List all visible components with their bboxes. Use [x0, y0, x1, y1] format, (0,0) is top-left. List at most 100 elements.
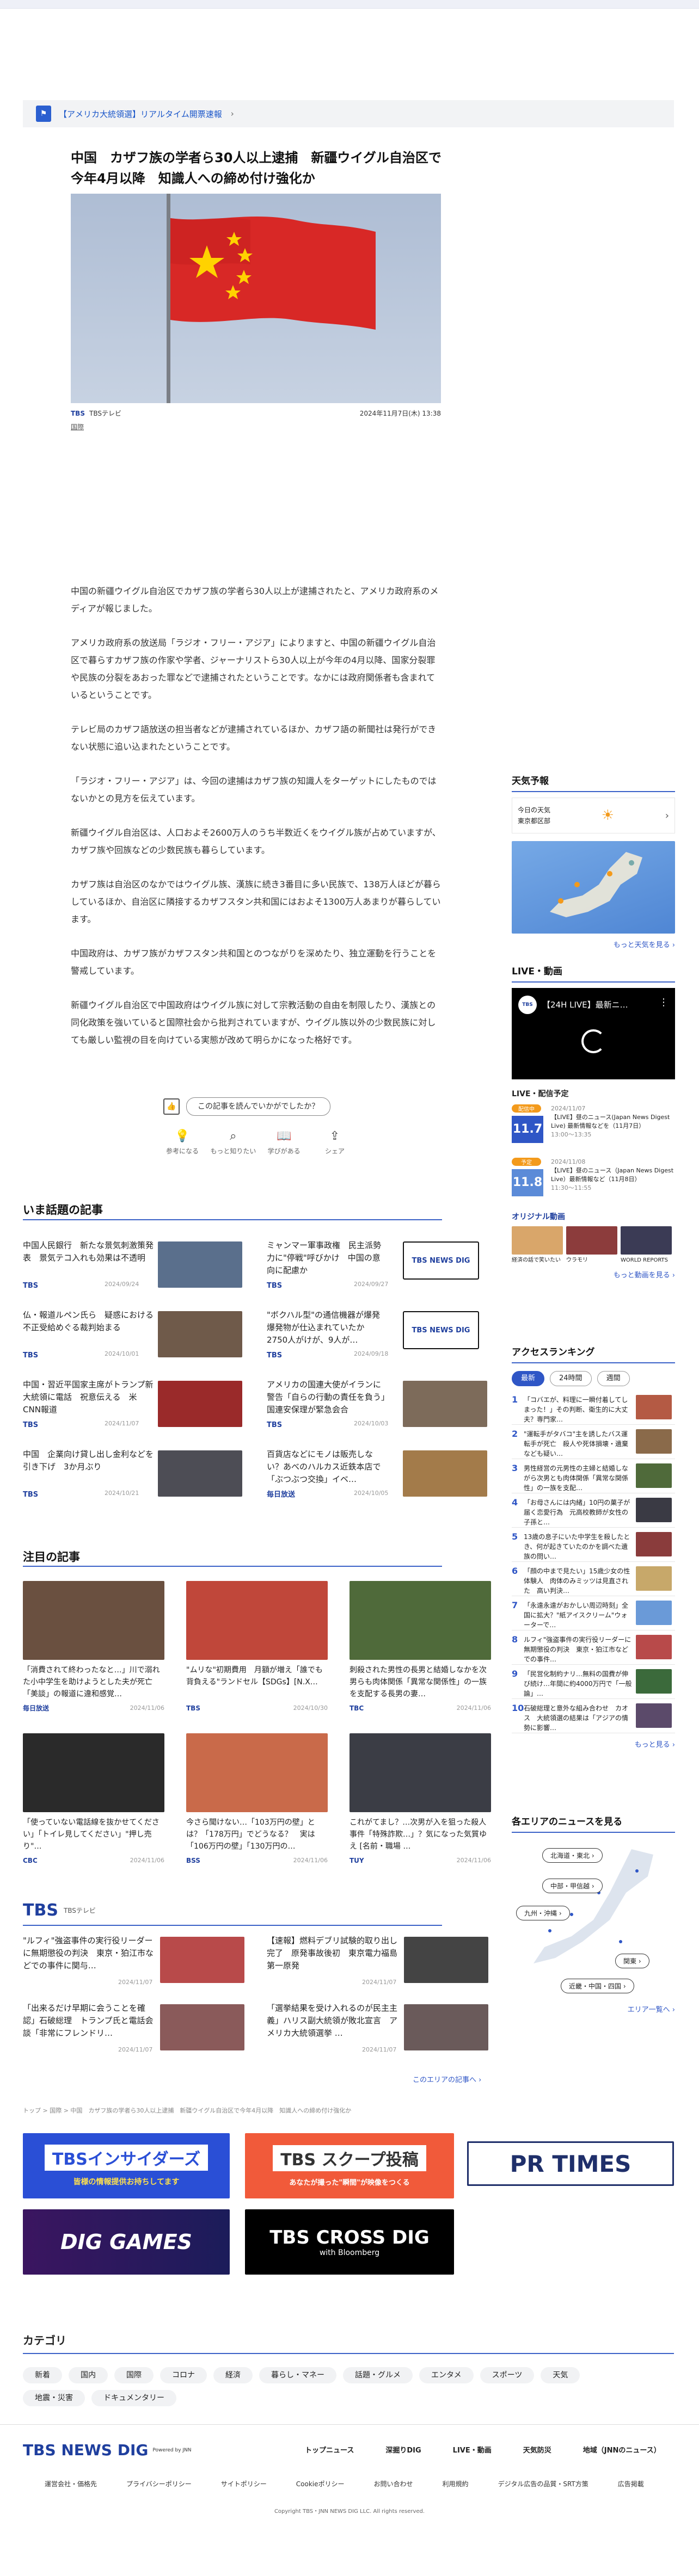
- footer-link[interactable]: 天気防災: [523, 2444, 551, 2455]
- live-video-player[interactable]: TBS 【24H LIVE】最新ニ… ⋮: [512, 988, 675, 1079]
- region-kanto-button[interactable]: 関東 ›: [615, 1954, 649, 1968]
- featured-item[interactable]: 「消費されて終わったなと…」川で溺れた小中学生を助けようとした夫が死亡「美談」の…: [23, 1581, 164, 1714]
- ranking-item[interactable]: 10 石破総理と意外な組み合わせ カオス 大統領選の結果は「アジアの情勢に影響…: [512, 1699, 675, 1733]
- page: ⚑ 【アメリカ大統領選】リアルタイム開票速報 › 中国 カザフ族の学者ら30人以…: [0, 9, 699, 2576]
- footer-sub-link[interactable]: プライバシーポリシー: [126, 2479, 192, 2488]
- footer-link[interactable]: 深掘りDIG: [385, 2444, 421, 2455]
- weather-widget: 天気予報 今日の天気 東京都区部 ☀ › もっと天気を見る ›: [512, 773, 675, 949]
- area-more-link[interactable]: エリア一覧へ ›: [512, 2004, 675, 2014]
- featured-source: 毎日放送: [23, 1704, 50, 1712]
- featured-item[interactable]: "ムリな"初期費用 月額が増え「誰でも背負える"ランドセル【SDGs】[N.X……: [186, 1581, 328, 1714]
- video-more-link[interactable]: もっと動画を見る ›: [512, 1269, 675, 1280]
- news-dig-thumbnail: TBS NEWS DIG: [403, 1241, 479, 1280]
- trending-title: アメリカの国連大使がイランに警告「自らの行動の責任を負う」国連安保理が緊急会合: [267, 1380, 385, 1414]
- ranking-number: 3: [512, 1463, 518, 1473]
- footer-sub-link[interactable]: 利用規約: [443, 2479, 469, 2488]
- footer-logo[interactable]: TBS NEWS DIG Powered by JNN: [23, 2441, 192, 2459]
- category-chip[interactable]: 国際: [114, 2367, 154, 2383]
- category-chip[interactable]: 新着: [23, 2367, 62, 2383]
- cross-dig-banner[interactable]: TBS CROSS DIG with Bloomberg: [245, 2209, 454, 2275]
- trending-date: 2024/10/03: [354, 1420, 389, 1427]
- category-link[interactable]: 国際: [71, 422, 84, 431]
- category-chip[interactable]: 地震・災害: [23, 2390, 85, 2406]
- ranking-item[interactable]: 9 「民営化制約ナリ…無料の国費が伸び続け…年間に約4000万円で「一般論」…: [512, 1665, 675, 1699]
- category-chip[interactable]: 国内: [69, 2367, 108, 2383]
- category-chip[interactable]: コロナ: [160, 2367, 207, 2383]
- tbs-item-thumbnail: [404, 1937, 488, 1983]
- ranking-item[interactable]: 6 「顔の中まで見たい」15歳少女の性体験人 肉体のみミッツは見直された 高い判決…: [512, 1562, 675, 1596]
- prtimes-banner[interactable]: PR TIMES: [467, 2141, 674, 2186]
- scoop-banner[interactable]: TBS スクープ投稿 あなたが撮った"瞬間"が映像をつくる: [245, 2133, 454, 2198]
- region-kyushu-button[interactable]: 九州・沖縄 ›: [516, 1906, 570, 1920]
- featured-item[interactable]: 今さら聞けない…「103万円の壁」とは？「178万円」でどうなる？ 実は「106…: [186, 1733, 328, 1867]
- area-widget: 各エリアのニュースを見る 北海道・東北 › 中部・甲信越 › 九州・沖縄 › 関…: [512, 1814, 675, 2014]
- footer-sub-link[interactable]: デジタル広告の品質・SRT方策: [498, 2479, 588, 2488]
- ranking-item[interactable]: 4 「お母さんには内緒」10円の菓子が届く恋愛行為 元高校教師が女性の子孫と…: [512, 1493, 675, 1528]
- footer-sub-link[interactable]: Cookieポリシー: [296, 2479, 345, 2488]
- ranking-item[interactable]: 2 "運転手がタバコ"主を誘したバス運転手が死亡 殺人や死体損壊・遺棄なども疑い…: [512, 1425, 675, 1459]
- ranking-thumbnail: [636, 1703, 672, 1728]
- featured-item[interactable]: 「使っていない電話線を抜かせてください」「トイレ見してください」"押し売り"… C…: [23, 1733, 164, 1867]
- schedule-item[interactable]: 配信中 11.7 2024/11/07 【LIVE】昼のニュース(Japan News…: [512, 1104, 675, 1152]
- insiders-banner[interactable]: TBSインサイダーズ 皆様の情報提供お持ちしてます: [23, 2133, 230, 2198]
- footer-sub-link[interactable]: 広告掲載: [618, 2479, 644, 2488]
- original-video[interactable]: ウラモリ: [566, 1226, 617, 1264]
- original-video[interactable]: 経済の話で笑いたい: [512, 1226, 563, 1264]
- ranking-more-link[interactable]: もっと見る ›: [512, 1739, 675, 1749]
- region-kinki-button[interactable]: 近畿・中国・四国 ›: [561, 1979, 634, 1993]
- tab-weekly[interactable]: 週間: [597, 1371, 630, 1386]
- region-chubu-button[interactable]: 中部・甲信越 ›: [542, 1879, 603, 1893]
- footer-sub-link[interactable]: 運営会社・価格先: [45, 2479, 97, 2488]
- trending-date: 2024/09/27: [354, 1281, 389, 1288]
- ranking-item[interactable]: 5 13歳の息子にいた中学生を殺したとき、何が起きていたのかを調べた遺族の問い…: [512, 1528, 675, 1562]
- footer-link[interactable]: トップニュース: [305, 2444, 354, 2455]
- weather-more-link[interactable]: もっと天気を見る ›: [512, 939, 675, 949]
- tab-24h[interactable]: 24時間: [550, 1371, 592, 1386]
- dig-games-banner[interactable]: DIG GAMES: [23, 2209, 230, 2275]
- featured-item[interactable]: これがてまし？…次男が入を狙った殺人事件「特殊詐欺…」？気になった気質ゆえ [名…: [350, 1733, 491, 1867]
- ranking-item[interactable]: 1 「コバエが、料理に一瞬付着してしまった！」その判断、衛生的に大丈夫？専門家…: [512, 1391, 675, 1425]
- tbs-more-link[interactable]: このエリアの記事へ ›: [413, 2074, 481, 2084]
- trending-thumbnail: [158, 1311, 242, 1357]
- category-chip[interactable]: 暮らし・マネー: [259, 2367, 336, 2383]
- featured-item[interactable]: 刺殺された男性の長男と結婚しなかを次男らも肉体関係「異常な関係性」の一族を支配す…: [350, 1581, 491, 1714]
- footer-link[interactable]: 地域（JNNのニュース）: [583, 2444, 661, 2455]
- category-chip[interactable]: 天気: [541, 2367, 580, 2383]
- news-dig-thumbnail: TBS NEWS DIG: [403, 1311, 479, 1349]
- footer-sub-link[interactable]: サイトポリシー: [221, 2479, 267, 2488]
- election-alert-bar[interactable]: ⚑ 【アメリカ大統領選】リアルタイム開票速報 ›: [23, 100, 674, 127]
- feedback-bubble: この記事を読んでいかがでしたか？: [186, 1097, 331, 1116]
- ranking-title: 13歳の息子にいた中学生を殺したとき、何が起きていたのかを調べた遺族の問い…: [524, 1533, 630, 1560]
- ranking-item[interactable]: 8 ルフィ"強盗事件の実行役リーダーに無期懲役の判決 東京・狛江市などでの事件…: [512, 1630, 675, 1665]
- category-chip[interactable]: 経済: [213, 2367, 253, 2383]
- reaction-more-button[interactable]: ⌕ もっと知りたい: [209, 1129, 257, 1156]
- copyright: Copyright TBS・JNN NEWS DIG LLC. All righ…: [274, 2509, 425, 2515]
- share-button[interactable]: ⇪ シェア: [310, 1129, 359, 1156]
- source-name[interactable]: TBSテレビ: [89, 410, 121, 417]
- category-chip[interactable]: 話題・グルメ: [343, 2367, 413, 2383]
- original-videos: 経済の話で笑いたい ウラモリ WORLD REPORTS: [512, 1226, 675, 1264]
- share-icon: ⇪: [329, 1129, 340, 1143]
- reaction-learn-button[interactable]: 📖 学びがある: [260, 1129, 309, 1156]
- weather-today[interactable]: 今日の天気 東京都区部 ☀ ›: [512, 798, 675, 833]
- featured-title: 「使っていない電話線を抜かせてください」「トイレ見してください」"押し売り"…: [23, 1818, 160, 1851]
- schedule-date-tile: 11.8: [512, 1169, 543, 1196]
- breadcrumb[interactable]: トップ > 国際 > 中国 カザフ族の学者ら30人以上逮捕 新疆ウイグル自治区で…: [23, 2106, 458, 2115]
- reaction-helpful-button[interactable]: 💡 参考になる: [158, 1129, 207, 1156]
- footer-sub-link[interactable]: お問い合わせ: [374, 2479, 413, 2488]
- original-title: WORLD REPORTS: [621, 1257, 669, 1263]
- original-thumbnail: [621, 1226, 672, 1255]
- ranking-item[interactable]: 7 「永遠永遠がおかしい周辺時刻」全国に拡大？"紙アイスクリーム"ウォーターで…: [512, 1596, 675, 1630]
- original-title: 経済の話で笑いたい: [512, 1257, 561, 1263]
- schedule-item[interactable]: 予定 11.8 2024/11/08 【LIVE】昼のニュース（Japan News …: [512, 1158, 675, 1206]
- original-video[interactable]: WORLD REPORTS: [621, 1226, 672, 1264]
- more-vert-icon[interactable]: ⋮: [659, 997, 669, 1008]
- ranking-item[interactable]: 3 男性経営の元男性の主婦と結婚しながら次男とも肉体関係「異常な関係性」の一族を支…: [512, 1459, 675, 1493]
- footer-link[interactable]: LIVE・動画: [453, 2444, 492, 2455]
- weather-map[interactable]: [512, 841, 675, 934]
- category-chip[interactable]: エンタメ: [419, 2367, 474, 2383]
- category-chip[interactable]: スポーツ: [480, 2367, 535, 2383]
- category-chip[interactable]: ドキュメンタリー: [91, 2390, 176, 2406]
- region-tohoku-button[interactable]: 北海道・東北 ›: [542, 1848, 603, 1863]
- tab-latest[interactable]: 最新: [512, 1371, 545, 1386]
